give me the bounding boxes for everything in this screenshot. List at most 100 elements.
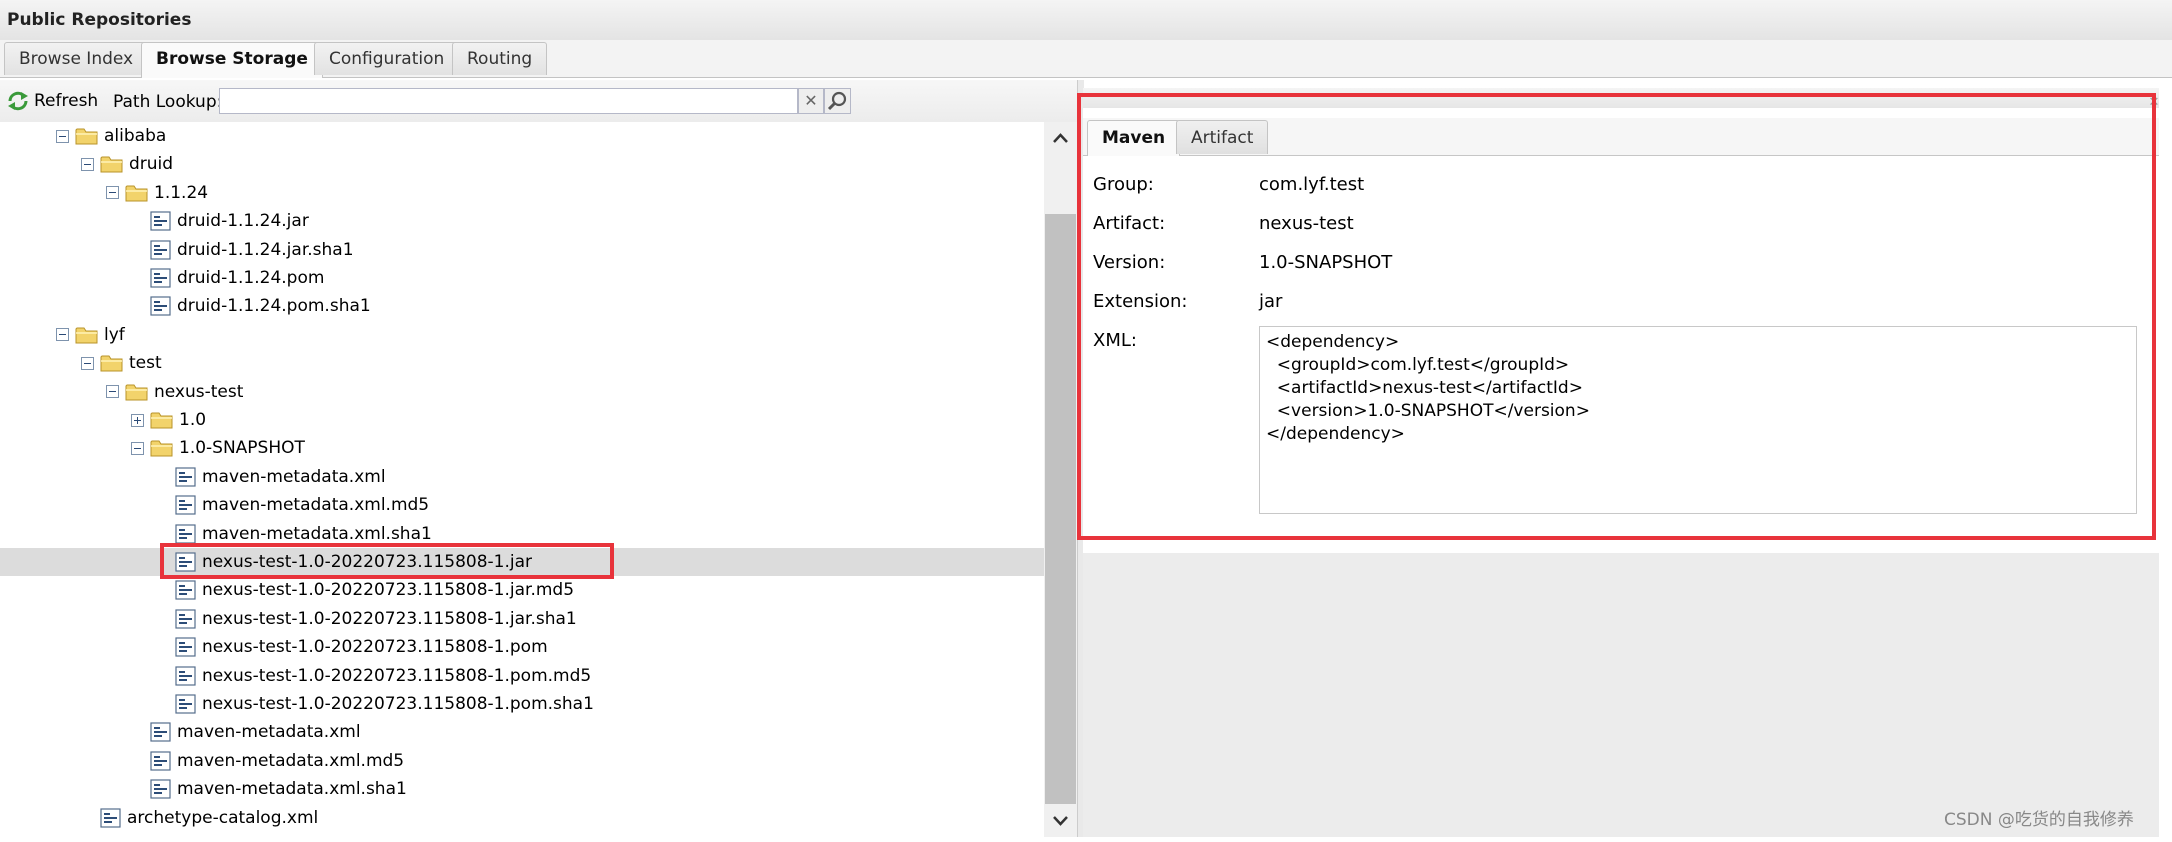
collapse-toggle[interactable] [56,129,69,143]
tree-node-label: nexus-test-1.0-20220723.115808-1.jar [202,552,533,572]
tree-node-label: 1.1.24 [154,182,209,203]
scroll-thumb[interactable] [1045,214,1076,804]
chevron-down-icon[interactable] [1044,805,1077,837]
search-icon [827,91,847,111]
tree-node-label: maven-metadata.xml.md5 [202,495,430,516]
tree-folder[interactable]: 1.0-SNAPSHOT [131,434,305,462]
tree-folder[interactable]: 1.0 [131,406,206,434]
tree-file[interactable]: druid-1.1.24.jar [150,207,309,235]
tree-node-label: nexus-test-1.0-20220723.115808-1.jar.sha… [202,608,577,629]
close-icon[interactable]: ✕ [2146,95,2162,111]
tree-node-label: nexus-test-1.0-20220723.115808-1.pom.sha… [202,694,594,714]
path-lookup-label: Path Lookup: [113,92,223,112]
file-icon [175,552,196,572]
tree-node-label: maven-metadata.xml.sha1 [202,523,432,544]
tree-file[interactable]: nexus-test-1.0-20220723.115808-1.pom.sha… [175,690,594,718]
xml-snippet[interactable]: <dependency> <groupId>com.lyf.test</grou… [1259,326,2137,514]
tree-file[interactable]: maven-metadata.xml [175,463,386,491]
xml-label: XML: [1093,330,1137,351]
folder-icon [150,440,173,457]
file-icon [150,751,171,771]
search-button[interactable] [824,88,851,114]
tree-file[interactable]: maven-metadata.xml.md5 [175,491,429,519]
tree-node-label: nexus-test [154,381,244,402]
chevron-up-icon[interactable] [1044,122,1077,154]
file-icon [150,296,171,316]
tree-file[interactable]: maven-metadata.xml.sha1 [150,775,407,803]
artifact-label: Artifact: [1093,213,1166,234]
refresh-button[interactable]: Refresh [6,88,98,114]
version-value: 1.0-SNAPSHOT [1259,252,1393,273]
panel-header [1083,88,2159,108]
tree-folder[interactable]: lyf [56,321,125,349]
folder-icon [125,185,148,202]
tab-routing[interactable]: Routing [452,42,548,75]
tree-node-label: 1.0-SNAPSHOT [179,438,305,459]
extension-value: jar [1259,291,1283,312]
tree-folder[interactable]: test [81,349,162,377]
tree-file[interactable]: druid-1.1.24.jar.sha1 [150,236,354,264]
tree-file[interactable]: maven-metadata.xml [150,718,361,746]
tree-file[interactable]: maven-metadata.xml.md5 [150,747,404,775]
collapse-toggle[interactable] [56,328,69,342]
tree-folder[interactable]: 1.1.24 [106,179,208,207]
tree-node-label: maven-metadata.xml [177,722,361,743]
tree-file[interactable]: maven-metadata.xml.sha1 [175,520,432,548]
folder-icon [150,412,173,429]
collapse-toggle[interactable] [106,385,119,399]
tree-file[interactable]: archetype-catalog.xml [100,804,318,832]
collapse-toggle[interactable] [81,157,94,171]
tree-node-label: nexus-test-1.0-20220723.115808-1.pom [202,637,548,658]
storage-toolbar: Refresh Path Lookup: ✕ [0,80,1080,123]
tab-maven[interactable]: Maven [1087,120,1181,156]
window-title: Public Repositories [7,10,192,30]
tab-artifact[interactable]: Artifact [1176,120,1269,154]
file-icon [175,495,196,515]
tree-scrollbar[interactable] [1044,122,1077,837]
tree-file[interactable]: nexus-test-1.0-20220723.115808-1.jar.md5 [175,576,574,604]
expand-toggle[interactable] [131,413,144,427]
detail-tabs: Maven Artifact [1083,118,2159,156]
tree-file[interactable]: nexus-test-1.0-20220723.115808-1.jar.sha… [175,605,577,633]
tree-folder[interactable]: nexus-test [106,378,243,406]
tree-folder[interactable]: alibaba [56,122,166,150]
main-tabs: Browse Index Browse Storage Configuratio… [0,40,2172,78]
file-icon [175,637,196,657]
tree-node-label: nexus-test-1.0-20220723.115808-1.jar.md5 [202,580,575,601]
tab-configuration[interactable]: Configuration [314,42,460,75]
folder-icon [100,156,123,173]
tab-browse-index[interactable]: Browse Index [4,42,149,75]
tree-file[interactable]: druid-1.1.24.pom.sha1 [150,292,371,320]
collapse-toggle[interactable] [106,186,119,200]
tree-node-label: maven-metadata.xml [202,466,386,487]
tree-node-label: 1.0 [179,410,207,430]
tree-node-label: druid-1.1.24.pom.sha1 [177,296,371,317]
tree-node-label: druid [129,154,174,175]
collapse-toggle[interactable] [81,356,94,370]
collapse-toggle[interactable] [131,441,144,455]
file-icon [175,523,196,544]
extension-label: Extension: [1093,291,1188,312]
tree-node-label: maven-metadata.xml.sha1 [177,779,407,800]
refresh-label: Refresh [34,91,99,111]
tree-file[interactable]: nexus-test-1.0-20220723.115808-1.pom [175,633,548,661]
clear-icon[interactable]: ✕ [798,88,824,114]
folder-icon [125,384,148,401]
file-icon [150,211,171,231]
tree-file[interactable]: druid-1.1.24.pom [150,264,324,292]
folder-icon [100,355,123,372]
panel-empty-area [1083,553,2159,837]
watermark: CSDN @吃货的自我修养 [1944,810,2134,830]
tab-browse-storage[interactable]: Browse Storage [141,42,323,78]
file-icon [150,268,171,288]
tree-node-label: nexus-test-1.0-20220723.115808-1.pom.md5 [202,665,592,686]
artifact-info-panel: Maven Artifact Group: com.lyf.test Artif… [1083,88,2159,837]
path-lookup-input[interactable] [219,88,798,114]
file-icon [150,239,171,260]
tree-folder[interactable]: druid [81,150,173,178]
folder-icon [75,128,98,145]
version-label: Version: [1093,252,1166,273]
tree-file[interactable]: nexus-test-1.0-20220723.115808-1.pom.md5 [175,662,591,690]
file-icon [150,722,171,742]
tree-file[interactable]: nexus-test-1.0-20220723.115808-1.jar [0,548,1044,576]
